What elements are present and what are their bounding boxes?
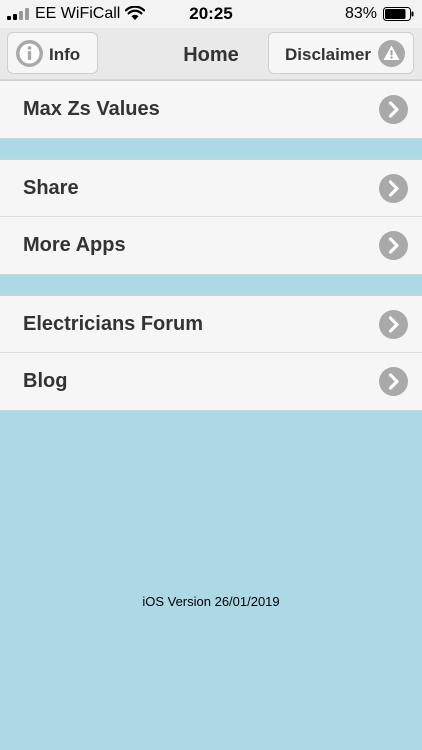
menu-item-electricians-forum[interactable]: Electricians Forum bbox=[0, 296, 422, 353]
chevron-right-icon bbox=[379, 174, 408, 203]
info-button[interactable]: Info bbox=[7, 32, 98, 74]
disclaimer-button[interactable]: Disclaimer bbox=[268, 32, 414, 74]
menu-item-more-apps[interactable]: More Apps bbox=[0, 217, 422, 274]
menu-list: Max Zs Values Share More Apps Electricia… bbox=[0, 80, 422, 411]
info-circle-icon bbox=[16, 40, 43, 67]
version-text: iOS Version 26/01/2019 bbox=[142, 594, 280, 609]
menu-group: Electricians Forum Blog bbox=[0, 295, 422, 411]
menu-item-label: More Apps bbox=[23, 234, 126, 256]
menu-group: Max Zs Values bbox=[0, 80, 422, 139]
chevron-right-icon bbox=[379, 367, 408, 396]
menu-item-max-zs-values[interactable]: Max Zs Values bbox=[0, 81, 422, 138]
chevron-right-icon bbox=[379, 310, 408, 339]
nav-bar: Info Home Disclaimer bbox=[0, 28, 422, 80]
menu-item-share[interactable]: Share bbox=[0, 160, 422, 217]
status-bar: EE WiFiCall 20:25 83% bbox=[0, 0, 422, 28]
chevron-right-icon bbox=[379, 231, 408, 260]
menu-item-label: Electricians Forum bbox=[23, 313, 204, 335]
chevron-right-icon bbox=[379, 95, 408, 124]
menu-item-label: Share bbox=[23, 177, 79, 199]
info-button-label: Info bbox=[49, 45, 81, 64]
warning-triangle-icon bbox=[378, 40, 405, 67]
menu-item-label: Max Zs Values bbox=[23, 98, 160, 120]
menu-item-blog[interactable]: Blog bbox=[0, 353, 422, 410]
disclaimer-button-label: Disclaimer bbox=[285, 45, 371, 64]
battery-percentage: 83% bbox=[344, 5, 377, 22]
battery-icon bbox=[383, 7, 414, 21]
menu-item-label: Blog bbox=[23, 370, 68, 392]
menu-group: Share More Apps bbox=[0, 159, 422, 275]
